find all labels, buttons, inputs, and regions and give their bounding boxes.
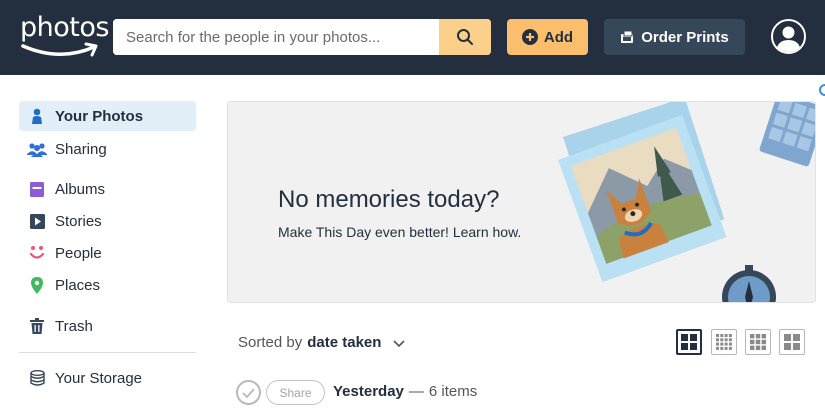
search-button[interactable] bbox=[439, 19, 491, 55]
prints-icon bbox=[621, 30, 634, 43]
play-icon bbox=[29, 213, 45, 229]
database-icon bbox=[29, 370, 45, 386]
sidebar-item-trash[interactable]: Trash bbox=[19, 311, 196, 341]
compass-illustration bbox=[722, 265, 776, 302]
view-medium-grid-button[interactable] bbox=[745, 329, 771, 355]
sort-value: date taken bbox=[307, 334, 382, 351]
people-group-icon bbox=[27, 142, 47, 157]
order-prints-label: Order Prints bbox=[641, 28, 729, 46]
chevron-down-icon bbox=[393, 339, 405, 347]
top-bar: photos Add Order Prints bbox=[0, 0, 825, 75]
view-small-grid-button[interactable] bbox=[711, 329, 737, 355]
sidebar-item-people[interactable]: People bbox=[19, 238, 196, 268]
sidebar-item-albums[interactable]: Albums bbox=[19, 174, 196, 204]
sidebar-item-label: Sharing bbox=[55, 140, 107, 158]
sidebar: Your Photos Sharing Albums Stories Peopl… bbox=[0, 75, 210, 408]
group-heading: Yesterday — 6 items bbox=[333, 383, 477, 400]
sidebar-item-your-storage[interactable]: Your Storage bbox=[19, 363, 196, 393]
sidebar-item-label: People bbox=[55, 244, 102, 262]
sidebar-item-your-photos[interactable]: Your Photos bbox=[19, 101, 196, 131]
small-grid-icon bbox=[716, 334, 732, 350]
sidebar-item-label: Your Photos bbox=[55, 107, 144, 125]
calendar-grid-illustration bbox=[759, 102, 815, 167]
group-count: 6 items bbox=[428, 383, 478, 400]
user-icon bbox=[776, 26, 801, 52]
logo-text: photos bbox=[20, 12, 109, 43]
medium-grid-icon bbox=[750, 334, 766, 350]
sidebar-item-label: Places bbox=[55, 276, 101, 294]
info-icon[interactable] bbox=[819, 84, 825, 96]
check-icon bbox=[242, 387, 255, 398]
sort-prefix: Sorted by bbox=[238, 334, 303, 351]
sort-dropdown[interactable]: Sorted by date taken bbox=[238, 334, 406, 351]
face-icon bbox=[29, 246, 45, 259]
group-day: Yesterday bbox=[333, 383, 404, 400]
person-icon bbox=[32, 108, 42, 124]
memories-banner: No memories today? Make This Day even be… bbox=[227, 101, 816, 303]
sidebar-item-places[interactable]: Places bbox=[19, 270, 196, 300]
share-button[interactable]: Share bbox=[266, 380, 325, 405]
select-group-checkbox[interactable] bbox=[236, 380, 261, 405]
sidebar-item-label: Your Storage bbox=[55, 369, 143, 387]
smile-arrow-icon bbox=[21, 42, 98, 57]
banner-illustration bbox=[558, 102, 815, 302]
album-icon bbox=[30, 181, 44, 197]
photos-logo[interactable]: photos bbox=[20, 12, 109, 62]
search-icon bbox=[457, 29, 473, 45]
trash-icon bbox=[30, 318, 44, 334]
location-pin-icon bbox=[31, 276, 43, 294]
sidebar-divider bbox=[19, 352, 196, 353]
plus-circle-icon bbox=[521, 29, 538, 45]
avatar[interactable] bbox=[771, 19, 806, 54]
sidebar-item-label: Trash bbox=[55, 317, 93, 335]
group-separator: — bbox=[408, 383, 424, 400]
search-bar bbox=[113, 19, 491, 55]
order-prints-button[interactable]: Order Prints bbox=[604, 19, 745, 55]
view-large-grid-button[interactable] bbox=[676, 329, 702, 355]
sidebar-item-label: Stories bbox=[55, 212, 102, 230]
search-input[interactable] bbox=[113, 19, 439, 55]
sidebar-item-sharing[interactable]: Sharing bbox=[19, 134, 196, 164]
sidebar-item-label: Albums bbox=[55, 180, 106, 198]
large-grid-icon bbox=[681, 334, 697, 350]
add-button-label: Add bbox=[543, 28, 574, 46]
view-square-grid-button[interactable] bbox=[779, 329, 805, 355]
sidebar-item-stories[interactable]: Stories bbox=[19, 206, 196, 236]
square-grid-icon bbox=[784, 334, 800, 350]
add-button[interactable]: Add bbox=[507, 19, 588, 55]
